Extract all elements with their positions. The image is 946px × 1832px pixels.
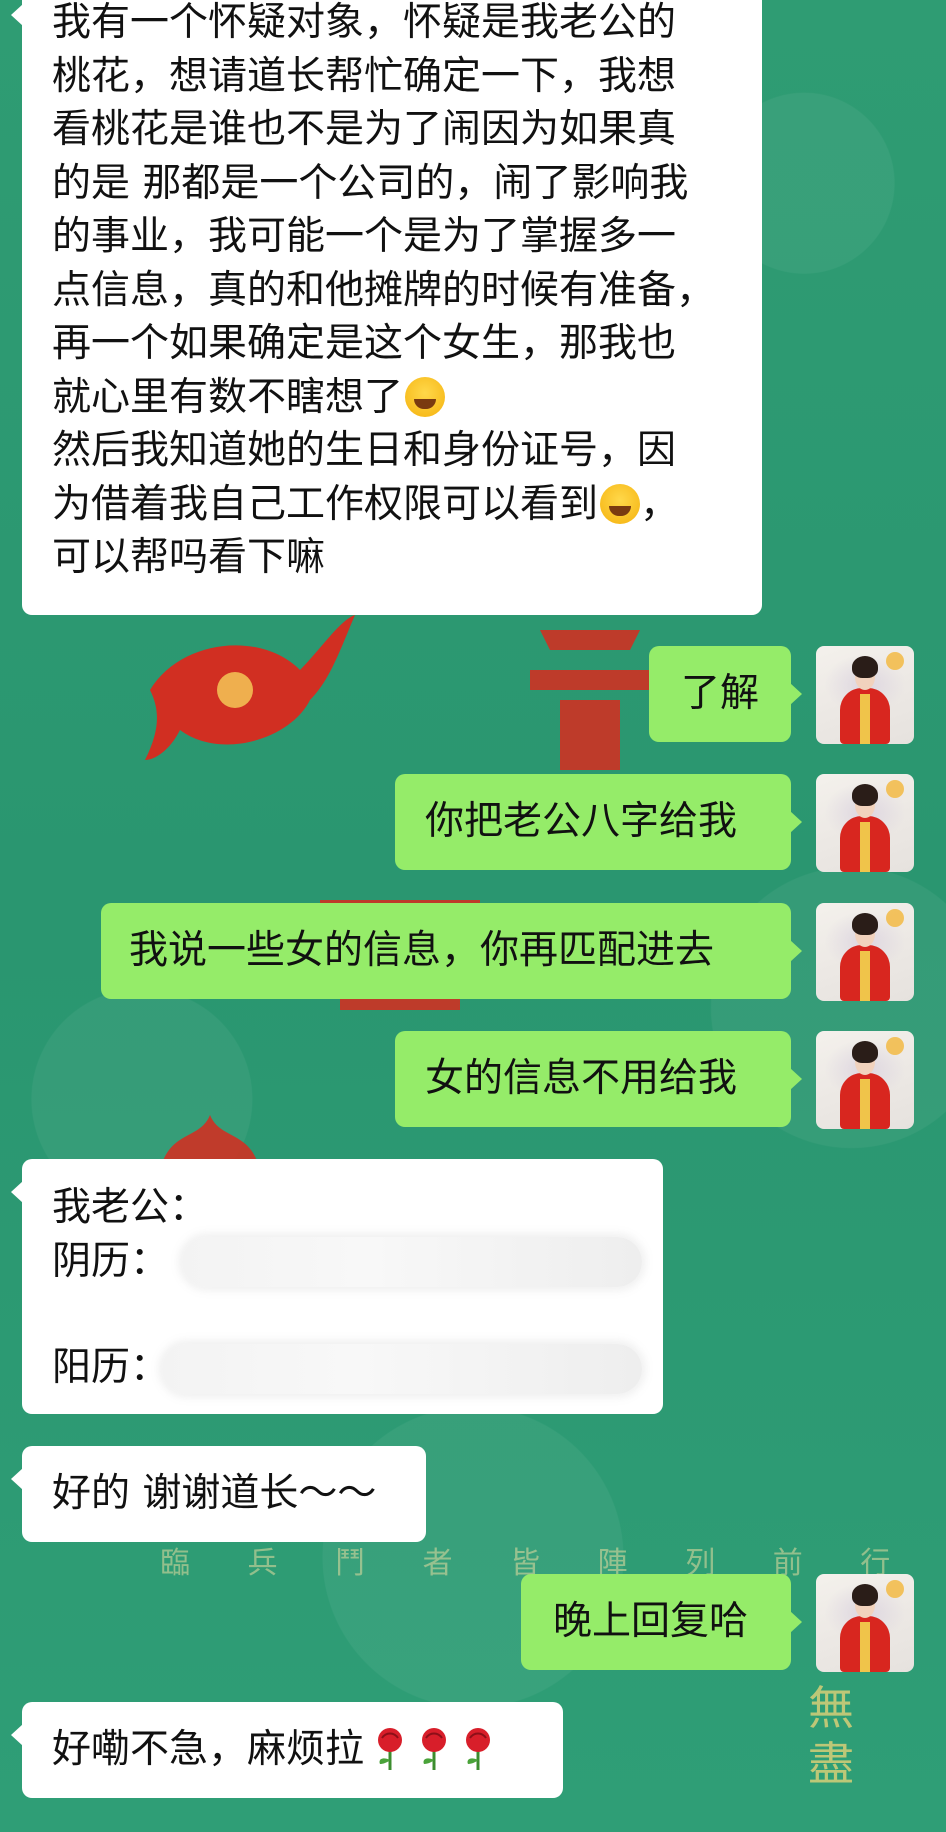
- rose-emoji: [422, 1728, 447, 1770]
- outgoing-message-bubble[interactable]: 了解: [649, 646, 802, 742]
- rose-emoji: [378, 1728, 403, 1770]
- message-text: 我说一些女的信息，你再匹配进去: [129, 928, 715, 973]
- user-avatar[interactable]: [816, 774, 914, 872]
- outgoing-message-bubble[interactable]: 晚上回复哈: [521, 1574, 802, 1670]
- message-text-line: 的事业，我可能一个是为了掌握多一: [52, 214, 677, 259]
- incoming-message-bubble[interactable]: 我有一个怀疑对象，怀疑是我老公的 桃花，想请道长帮忙确定一下，我想 看桃花是谁也…: [11, 0, 762, 615]
- incoming-message-bubble[interactable]: 我老公： 阴历： 阳历：: [11, 1159, 663, 1414]
- user-avatar[interactable]: [816, 1031, 914, 1129]
- message-text: 女的信息不用给我: [425, 1056, 738, 1101]
- lunar-label: 阴历：: [52, 1239, 170, 1284]
- message-text: 了解: [681, 671, 760, 716]
- message-text-line: 我老公：: [52, 1185, 209, 1230]
- redacted-solar-date: [162, 1344, 642, 1394]
- user-avatar[interactable]: [816, 646, 914, 744]
- incoming-message-bubble[interactable]: 好的 谢谢道长～～: [11, 1446, 426, 1542]
- message-text: 你把老公八字给我: [425, 799, 738, 844]
- message-text-line: 的是 那都是一个公司的，闹了影响我: [52, 160, 689, 206]
- grinning-sweat-emoji: [600, 483, 641, 524]
- outgoing-message-bubble[interactable]: 我说一些女的信息，你再匹配进去: [101, 903, 802, 999]
- user-avatar[interactable]: [816, 1574, 914, 1672]
- incoming-message-bubble[interactable]: 好嘞不急，麻烦拉: [11, 1702, 563, 1798]
- outgoing-message-bubble[interactable]: 你把老公八字给我: [395, 774, 802, 870]
- user-avatar[interactable]: [816, 903, 914, 1001]
- red-bird-decoration: [145, 615, 355, 760]
- message-text: 好的 谢谢道长～～: [52, 1471, 377, 1516]
- message-text-line: 就心里有数不瞎想了: [52, 371, 734, 425]
- message-text-line: 再一个如果确定是这个女生，那我也: [52, 321, 677, 366]
- message-text-line: 然后我知道她的生日和身份证号，因: [52, 428, 677, 473]
- message-text-line: 点信息，真的和他摊牌的时候有准备，: [52, 267, 716, 313]
- message-text-line: 看桃花是谁也不是为了闹因为如果真: [52, 107, 677, 152]
- redacted-lunar-date: [182, 1237, 642, 1287]
- message-text-line: 为借着我自己工作权限可以看到，: [52, 481, 680, 527]
- crying-laughing-emoji: [405, 376, 446, 417]
- message-text: 好嘞不急，麻烦拉: [52, 1723, 563, 1777]
- message-text-line: 可以帮吗看下嘛: [52, 535, 326, 580]
- message-text-line: 我有一个怀疑对象，怀疑是我老公的: [52, 0, 677, 45]
- background-side-text: 無盡: [808, 1681, 854, 1791]
- rose-emoji: [466, 1728, 491, 1770]
- message-text: 晚上回复哈: [553, 1599, 749, 1644]
- outgoing-message-bubble[interactable]: 女的信息不用给我: [395, 1031, 802, 1127]
- message-text-line: 桃花，想请道长帮忙确定一下，我想: [52, 53, 677, 99]
- solar-label: 阳历：: [52, 1345, 170, 1390]
